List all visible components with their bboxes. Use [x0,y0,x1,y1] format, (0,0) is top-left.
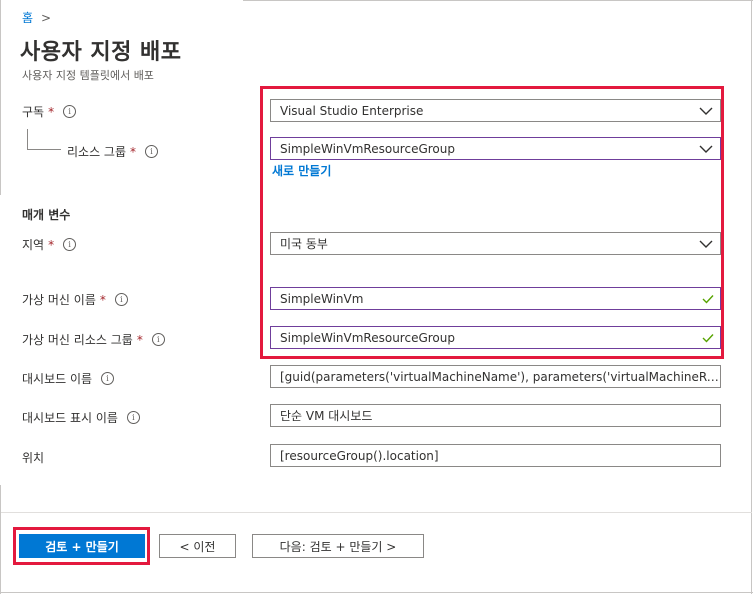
frame-border-top [243,0,753,1]
region-label: 지역 * i [22,236,77,253]
frame-border-right [751,0,752,594]
checkmark-icon [696,288,720,309]
vm-resource-group-input[interactable]: SimpleWinVmResourceGroup [270,326,721,349]
required-asterisk: * [48,104,55,119]
vm-name-input[interactable]: SimpleWinVm [270,287,721,310]
location-label-text: 위치 [22,451,45,465]
info-icon[interactable]: i [101,372,115,385]
dashboard-display-name-input[interactable]: 단순 VM 대시보드 [270,404,721,427]
region-select[interactable]: 미국 동부 [270,232,721,255]
location-value: [resourceGroup().location] [280,448,439,463]
dashboard-name-input[interactable]: [guid(parameters('virtualMachineName'), … [270,365,721,388]
previous-button[interactable]: < 이전 [159,534,236,558]
info-icon[interactable]: i [151,333,165,346]
subscription-value: Visual Studio Enterprise [280,103,424,118]
required-asterisk: * [48,237,55,252]
highlight-annotation-box [260,86,724,359]
info-icon[interactable]: i [145,145,159,158]
footer-divider [1,512,752,513]
tree-connector-horizontal [27,149,61,150]
dashboard-name-label-text: 대시보드 이름 [22,372,93,386]
required-asterisk: * [136,332,143,347]
chevron-down-icon[interactable] [692,138,720,159]
vm-resource-group-label-text: 가상 머신 리소스 그룹 [22,333,133,347]
info-icon[interactable]: i [63,105,77,118]
dashboard-display-name-label: 대시보드 표시 이름 i [22,409,140,426]
breadcrumb-chevron-icon: > [41,10,52,25]
info-icon[interactable]: i [63,238,77,251]
vm-name-label-text: 가상 머신 이름 [22,293,96,307]
vm-resource-group-value: SimpleWinVmResourceGroup [280,330,455,345]
resource-group-value: SimpleWinVmResourceGroup [280,141,455,156]
resource-group-select[interactable]: SimpleWinVmResourceGroup [270,137,721,160]
frame-border-left [0,0,1,195]
vm-name-value: SimpleWinVm [280,291,364,306]
review-create-button[interactable]: 검토 + 만들기 [19,534,145,558]
location-label: 위치 [22,449,44,466]
frame-border-bottom [0,592,753,593]
page-title: 사용자 지정 배포 [20,40,182,65]
dashboard-name-label: 대시보드 이름 i [22,370,115,387]
subscription-label-text: 구독 [22,105,45,119]
page-subtitle: 사용자 지정 템플릿에서 배포 [22,69,154,82]
tree-connector-vertical [27,129,28,149]
frame-border-left-lower [0,485,1,594]
resource-group-label: 리소스 그룹 * i [67,143,159,160]
dashboard-name-value: [guid(parameters('virtualMachineName'), … [280,369,720,384]
resource-group-label-text: 리소스 그룹 [67,145,127,159]
chevron-down-icon[interactable] [692,100,720,121]
chevron-down-icon[interactable] [692,233,720,254]
parameters-section-heading: 매개 변수 [22,208,71,222]
breadcrumb: 홈 > [22,9,51,26]
region-value: 미국 동부 [280,237,328,251]
dashboard-display-name-value: 단순 VM 대시보드 [280,409,373,423]
create-new-link[interactable]: 새로 만들기 [272,162,331,179]
breadcrumb-home-link[interactable]: 홈 [22,9,33,26]
required-asterisk: * [130,144,137,159]
dashboard-display-name-label-text: 대시보드 표시 이름 [22,411,118,425]
info-icon[interactable]: i [114,293,128,306]
vm-resource-group-label: 가상 머신 리소스 그룹 * i [22,331,165,348]
checkmark-icon [696,327,720,348]
subscription-select[interactable]: Visual Studio Enterprise [270,99,721,122]
required-asterisk: * [99,292,106,307]
vm-name-label: 가상 머신 이름 * i [22,291,128,308]
location-input[interactable]: [resourceGroup().location] [270,444,721,467]
next-review-create-button[interactable]: 다음: 검토 + 만들기 > [252,534,424,558]
subscription-label: 구독 * i [22,103,77,120]
region-label-text: 지역 [22,238,45,252]
info-icon[interactable]: i [126,411,140,424]
